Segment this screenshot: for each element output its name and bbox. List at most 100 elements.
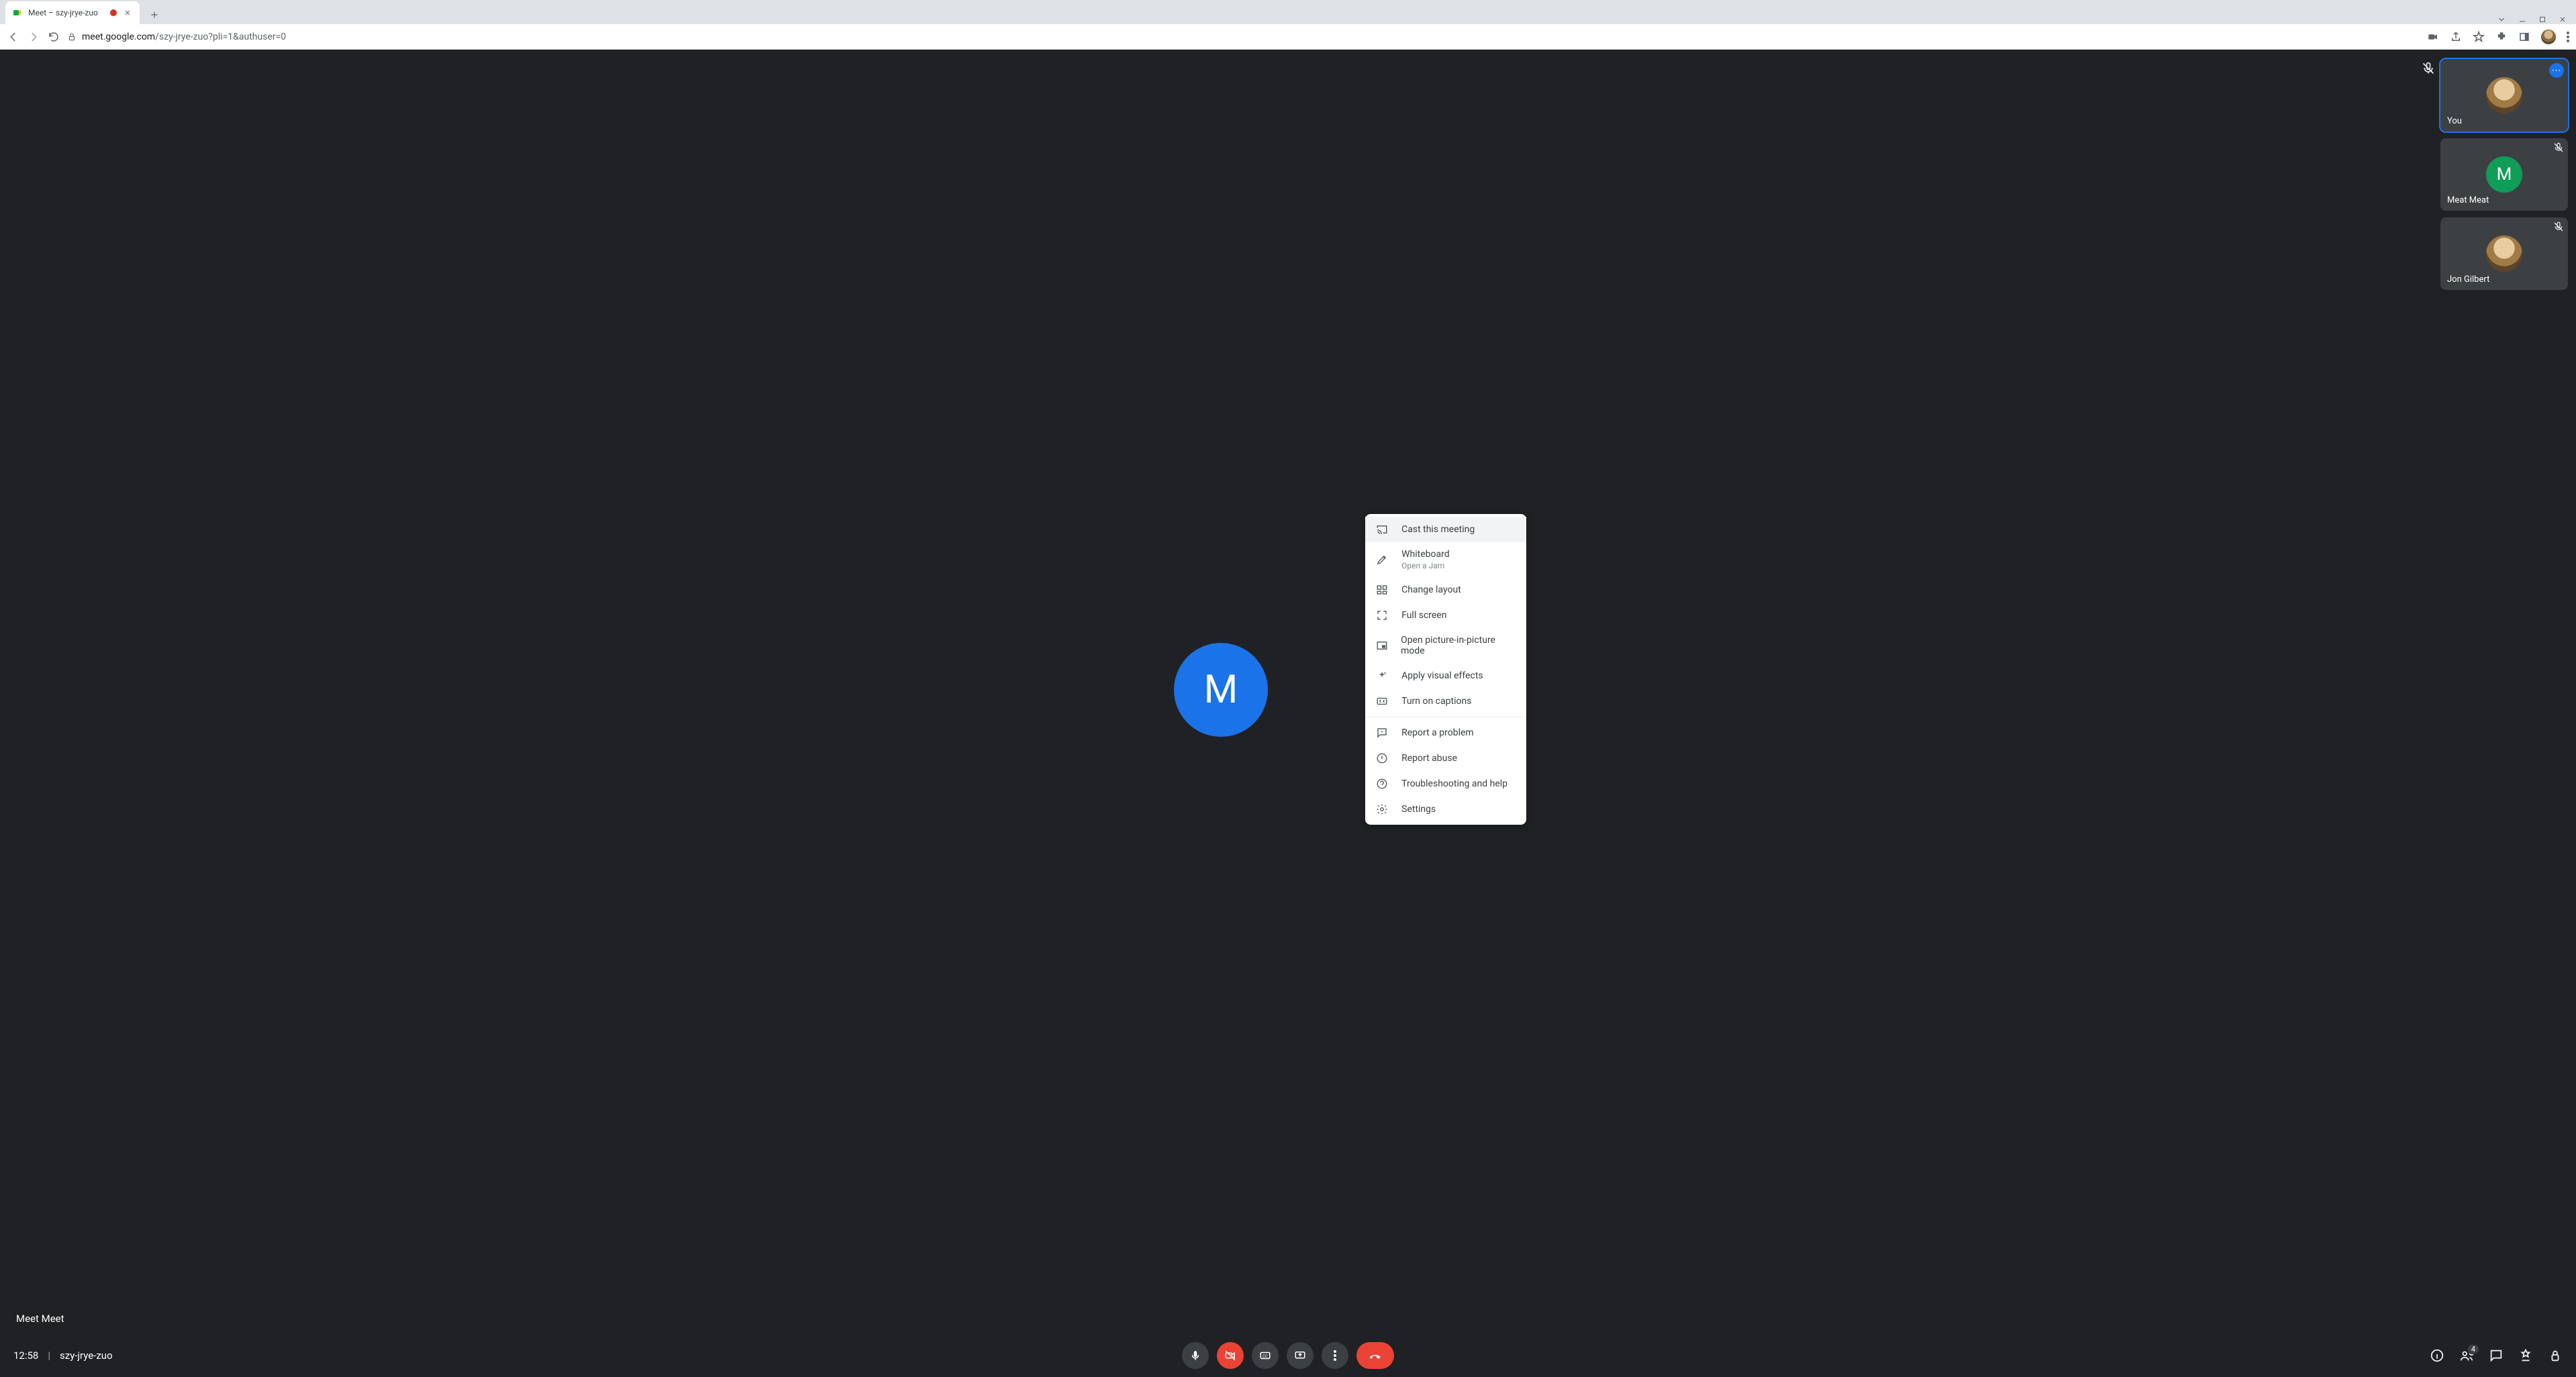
menu-item-label: WhiteboardOpen a Jam	[1401, 549, 1450, 570]
main-speaker-avatar: M	[1174, 643, 1268, 737]
browser-chrome: Meet – szy-jrye-zuo meet.google.com/szy-…	[0, 0, 2576, 50]
tab-title: Meet – szy-jrye-zuo	[28, 8, 105, 17]
sparkle-icon	[1376, 670, 1389, 682]
meeting-details-button[interactable]	[2430, 1348, 2444, 1363]
menu-item-label: Turn on captions	[1401, 696, 1471, 707]
chevron-down-icon[interactable]	[2497, 15, 2506, 24]
profile-avatar-icon[interactable]	[2541, 30, 2556, 44]
url-text: meet.google.com/szy-jrye-zuo?pli=1&authu…	[82, 32, 286, 42]
menu-item-gear[interactable]: Settings	[1365, 797, 1526, 822]
menu-item-abuse[interactable]: Report abuse	[1365, 746, 1526, 771]
participant-name: Meat Meat	[2447, 195, 2489, 205]
menu-item-pip[interactable]: Open picture-in-picture mode	[1365, 628, 1526, 663]
camera-toggle-button[interactable]	[1217, 1342, 1244, 1369]
address-bar[interactable]: meet.google.com/szy-jrye-zuo?pli=1&authu…	[67, 32, 2420, 42]
menu-item-label: Report abuse	[1401, 753, 1457, 764]
more-options-button[interactable]	[1322, 1342, 1348, 1369]
forward-button[interactable]	[27, 30, 40, 44]
more-options-menu: Cast this meeting WhiteboardOpen a Jam Cha…	[1365, 514, 1526, 825]
svg-text:CC: CC	[1262, 1354, 1268, 1359]
tile-more-button[interactable]: ⋯	[2549, 63, 2564, 78]
meet-app: M Meet Meet Cast this meeting WhiteboardO…	[0, 50, 2576, 1377]
meet-favicon-icon	[12, 7, 23, 18]
separator: |	[48, 1349, 50, 1362]
people-panel-button[interactable]: 4	[2459, 1348, 2474, 1363]
participant-tile[interactable]: M Meat Meat	[2440, 138, 2568, 211]
participant-count-badge: 4	[2467, 1344, 2479, 1354]
menu-item-pencil[interactable]: WhiteboardOpen a Jam	[1365, 542, 1526, 577]
new-tab-button[interactable]	[145, 5, 164, 24]
toolbar-right	[2427, 30, 2569, 44]
participant-avatar	[2486, 236, 2522, 272]
menu-item-label: Troubleshooting and help	[1401, 778, 1507, 789]
share-icon[interactable]	[2450, 31, 2462, 43]
participant-avatar	[2486, 77, 2522, 113]
mic-muted-icon	[2553, 221, 2564, 232]
menu-item-help[interactable]: Troubleshooting and help	[1365, 771, 1526, 797]
menu-item-label: Open picture-in-picture mode	[1401, 635, 1516, 656]
menu-item-sparkle[interactable]: Apply visual effects	[1365, 663, 1526, 688]
address-bar-row: meet.google.com/szy-jrye-zuo?pli=1&authu…	[0, 24, 2576, 50]
cast-icon	[1376, 523, 1389, 536]
menu-item-report[interactable]: Report a problem	[1365, 720, 1526, 746]
menu-item-label: Settings	[1401, 804, 1436, 815]
menu-item-label: Change layout	[1401, 584, 1461, 595]
chat-panel-button[interactable]	[2489, 1348, 2504, 1363]
menu-item-label: Cast this meeting	[1401, 524, 1475, 535]
tab-bar: Meet – szy-jrye-zuo	[0, 0, 2576, 24]
cc-icon	[1376, 695, 1389, 707]
recording-indicator-icon	[110, 9, 117, 16]
clock-time: 12:58	[13, 1349, 38, 1362]
participant-tile[interactable]: You ⋯	[2440, 59, 2568, 132]
help-icon	[1376, 778, 1389, 790]
menu-item-cc[interactable]: Turn on captions	[1365, 688, 1526, 714]
abuse-icon	[1376, 752, 1389, 764]
lock-icon	[67, 32, 77, 42]
participant-strip: You ⋯ M Meat Meat Jon Gilbert	[2440, 59, 2568, 290]
call-controls: CC	[1182, 1342, 1394, 1369]
meeting-code: szy-jrye-zuo	[60, 1349, 113, 1362]
menu-item-layout[interactable]: Change layout	[1365, 577, 1526, 603]
close-window-button[interactable]	[2559, 15, 2567, 23]
present-screen-button[interactable]	[1287, 1342, 1314, 1369]
bookmark-star-icon[interactable]	[2473, 31, 2485, 43]
main-video-area: M	[0, 50, 2442, 1330]
camera-indicator-icon[interactable]	[2427, 31, 2439, 43]
tab-close-button[interactable]	[122, 7, 133, 18]
report-icon	[1376, 727, 1389, 739]
menu-item-label: Full screen	[1401, 610, 1446, 621]
activities-button[interactable]	[2518, 1348, 2533, 1363]
pip-icon	[1376, 640, 1389, 652]
extensions-icon[interactable]	[2495, 31, 2508, 43]
layout-icon	[1376, 584, 1389, 596]
chrome-menu-icon[interactable]	[2567, 32, 2569, 42]
sidepanel-icon[interactable]	[2518, 31, 2530, 43]
browser-tab[interactable]: Meet – szy-jrye-zuo	[5, 1, 140, 24]
mic-muted-icon	[2553, 142, 2564, 153]
back-button[interactable]	[7, 30, 20, 44]
participant-avatar: M	[2486, 156, 2522, 193]
meeting-info-left: 12:58 | szy-jrye-zuo	[13, 1349, 113, 1362]
host-controls-button[interactable]	[2548, 1348, 2563, 1363]
menu-item-fullscreen[interactable]: Full screen	[1365, 603, 1526, 628]
leave-call-button[interactable]	[1356, 1342, 1394, 1369]
menu-item-label: Report a problem	[1401, 727, 1474, 738]
participant-name: You	[2447, 116, 2462, 126]
fullscreen-icon	[1376, 609, 1389, 621]
mic-toggle-button[interactable]	[1182, 1342, 1209, 1369]
main-speaker-name: Meet Meet	[16, 1313, 64, 1325]
gear-icon	[1376, 803, 1389, 815]
menu-item-cast[interactable]: Cast this meeting	[1365, 517, 1526, 542]
maximize-button[interactable]	[2538, 15, 2546, 23]
reload-button[interactable]	[47, 30, 60, 44]
minimize-button[interactable]	[2518, 15, 2526, 23]
menu-item-label: Apply visual effects	[1401, 670, 1483, 681]
participant-tile[interactable]: Jon Gilbert	[2440, 217, 2568, 290]
pencil-icon	[1376, 554, 1389, 566]
bottom-bar: 12:58 | szy-jrye-zuo CC 4	[0, 1334, 2576, 1377]
participant-name: Jon Gilbert	[2447, 274, 2489, 285]
main-speaker-initial: M	[1204, 667, 1238, 713]
window-controls	[2497, 15, 2576, 24]
right-panel-buttons: 4	[2430, 1348, 2563, 1363]
captions-button[interactable]: CC	[1252, 1342, 1279, 1369]
